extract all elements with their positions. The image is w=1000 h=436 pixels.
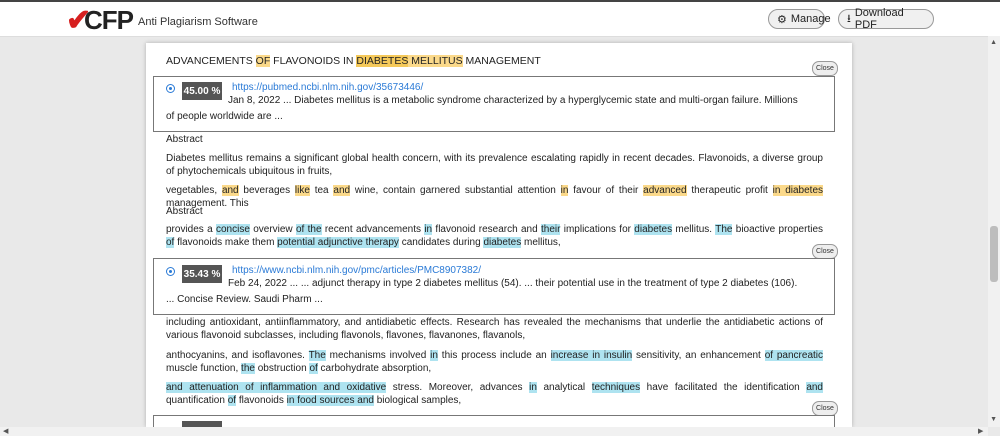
title-text: MANAGEMENT — [462, 55, 541, 67]
document-title: ADVANCEMENTS OF FLAVONOIDS IN DIABETES M… — [166, 55, 541, 67]
text: mellitus, — [521, 236, 561, 248]
scrollbar-thumb[interactable] — [990, 226, 998, 282]
match-highlight: increase in insulin — [550, 350, 633, 361]
abstract-heading: Abstract — [166, 206, 203, 217]
text: quantification — [166, 394, 228, 406]
text: analytical — [536, 382, 592, 393]
gear-icon: ⚙ — [777, 13, 787, 26]
download-pdf-button[interactable]: ⭳ Download PDF — [838, 7, 934, 31]
close-button[interactable]: Close — [812, 244, 838, 259]
match-highlight: and — [221, 185, 239, 196]
text: mechanisms involved — [325, 350, 431, 361]
text: beverages — [238, 185, 295, 196]
match-highlight: in — [424, 224, 433, 235]
source-card[interactable]: 45.00 % https://pubmed.ncbi.nlm.nih.gov/… — [153, 76, 835, 132]
text: vegetables, — [166, 185, 222, 196]
text: flavonoid research and — [432, 224, 541, 235]
source-snippet: Feb 24, 2022 ... ... adjunct therapy in … — [166, 278, 798, 305]
report-panel: ADVANCEMENTS OF FLAVONOIDS IN DIABETES M… — [146, 43, 852, 427]
text: obstruction — [254, 362, 310, 374]
app-subtitle: Anti Plagiarism Software — [138, 16, 258, 28]
download-icon: ⭳ — [847, 12, 851, 25]
text: favour of their — [568, 185, 644, 196]
download-label: Download PDF — [854, 7, 904, 31]
title-text: FLAVONOIDS IN — [270, 55, 357, 67]
scroll-left-icon[interactable]: ◀ — [3, 427, 8, 435]
paragraph: anthocyanins, and isoflavones. The mecha… — [166, 350, 824, 375]
source-card[interactable] — [153, 415, 835, 427]
match-highlight: The — [715, 224, 733, 235]
match-highlight: the — [241, 362, 255, 374]
manage-label: Manage — [790, 13, 831, 25]
text: this process include an — [437, 350, 551, 361]
match-highlight: in — [430, 350, 438, 361]
text: mellitus. — [672, 224, 716, 235]
match-highlight: their — [540, 224, 561, 235]
match-highlight: concise — [215, 224, 250, 235]
manage-button[interactable]: ⚙ Manage — [768, 9, 831, 29]
match-highlight: diabetes — [483, 236, 522, 248]
text: anthocyanins, and isoflavones. — [166, 350, 309, 361]
text: overview — [249, 224, 296, 235]
cfp-logo[interactable]: ✔ CFP — [66, 5, 146, 36]
match-highlight: of the — [295, 224, 322, 235]
paragraph: and attenuation of inflammation and oxid… — [166, 382, 823, 407]
title-match: OF — [255, 55, 271, 67]
source-radio[interactable] — [166, 267, 175, 276]
text: recent advancements — [321, 224, 425, 235]
text: muscle function, — [166, 362, 242, 374]
title-text: ADVANCEMENTS — [166, 55, 256, 67]
match-highlight: like — [294, 185, 310, 196]
match-highlight: of — [227, 394, 237, 406]
match-highlight: diabetes — [634, 224, 673, 235]
match-highlight: potential adjunctive therapy — [277, 236, 399, 248]
text: flavonoids make them — [174, 236, 278, 248]
text: candidates during — [398, 236, 484, 248]
match-highlight: and — [333, 185, 351, 196]
text: implications for — [560, 224, 635, 235]
match-highlight: The — [308, 350, 326, 361]
paragraph: including antioxidant, antiinflammatory,… — [166, 317, 823, 341]
logo-text: CFP — [84, 5, 134, 35]
match-highlight: and — [806, 382, 823, 393]
scroll-up-icon[interactable]: ▲ — [990, 39, 997, 46]
text: stress. Moreover, advances — [386, 382, 530, 393]
paragraph: provides a concise overview of the recen… — [166, 224, 823, 249]
text: biological samples, — [373, 394, 462, 406]
match-highlight: in food sources and — [286, 394, 374, 406]
app-header: ✔ CFP Anti Plagiarism Software ⚙ Manage … — [0, 2, 1000, 37]
match-highlight: advanced — [643, 185, 687, 196]
abstract-heading: Abstract — [166, 134, 203, 145]
source-url[interactable]: https://www.ncbi.nlm.nih.gov/pmc/article… — [232, 265, 481, 276]
match-highlight: in diabetes — [772, 185, 824, 196]
match-highlight: techniques — [591, 382, 641, 393]
text: bioactive properties — [732, 224, 824, 235]
text: provides a — [166, 224, 216, 235]
title-match: DIABETES — [356, 55, 409, 67]
scroll-right-icon[interactable]: ▶ — [978, 427, 983, 435]
text: tea — [309, 185, 334, 196]
text: wine, contain garnered substantial atten… — [350, 185, 561, 196]
source-url[interactable]: https://pubmed.ncbi.nlm.nih.gov/35673446… — [232, 82, 423, 93]
title-match: MELLITUS — [411, 55, 463, 67]
source-snippet: Jan 8, 2022 ... Diabetes mellitus is a m… — [166, 95, 798, 122]
paragraph: Diabetes mellitus remains a significant … — [166, 153, 823, 177]
source-radio[interactable] — [166, 84, 175, 93]
match-highlight: of — [309, 362, 318, 374]
horizontal-scrollbar[interactable] — [0, 427, 988, 436]
scroll-down-icon[interactable]: ▼ — [990, 416, 997, 423]
match-highlight: in — [529, 382, 537, 393]
text: flavonoids — [236, 394, 287, 406]
close-button[interactable]: Close — [812, 401, 838, 416]
text: therapeutic profit — [686, 185, 773, 196]
source-card[interactable]: 35.43 % https://www.ncbi.nlm.nih.gov/pmc… — [153, 258, 835, 315]
text: carbohydrate absorption, — [317, 362, 432, 374]
match-highlight: and attenuation of inflammation and oxid… — [166, 382, 387, 393]
text: sensitivity, an enhancement — [632, 350, 765, 361]
close-button[interactable]: Close — [812, 61, 838, 76]
text: have facilitated the identification — [640, 382, 807, 393]
match-highlight: of pancreatic — [764, 350, 824, 361]
